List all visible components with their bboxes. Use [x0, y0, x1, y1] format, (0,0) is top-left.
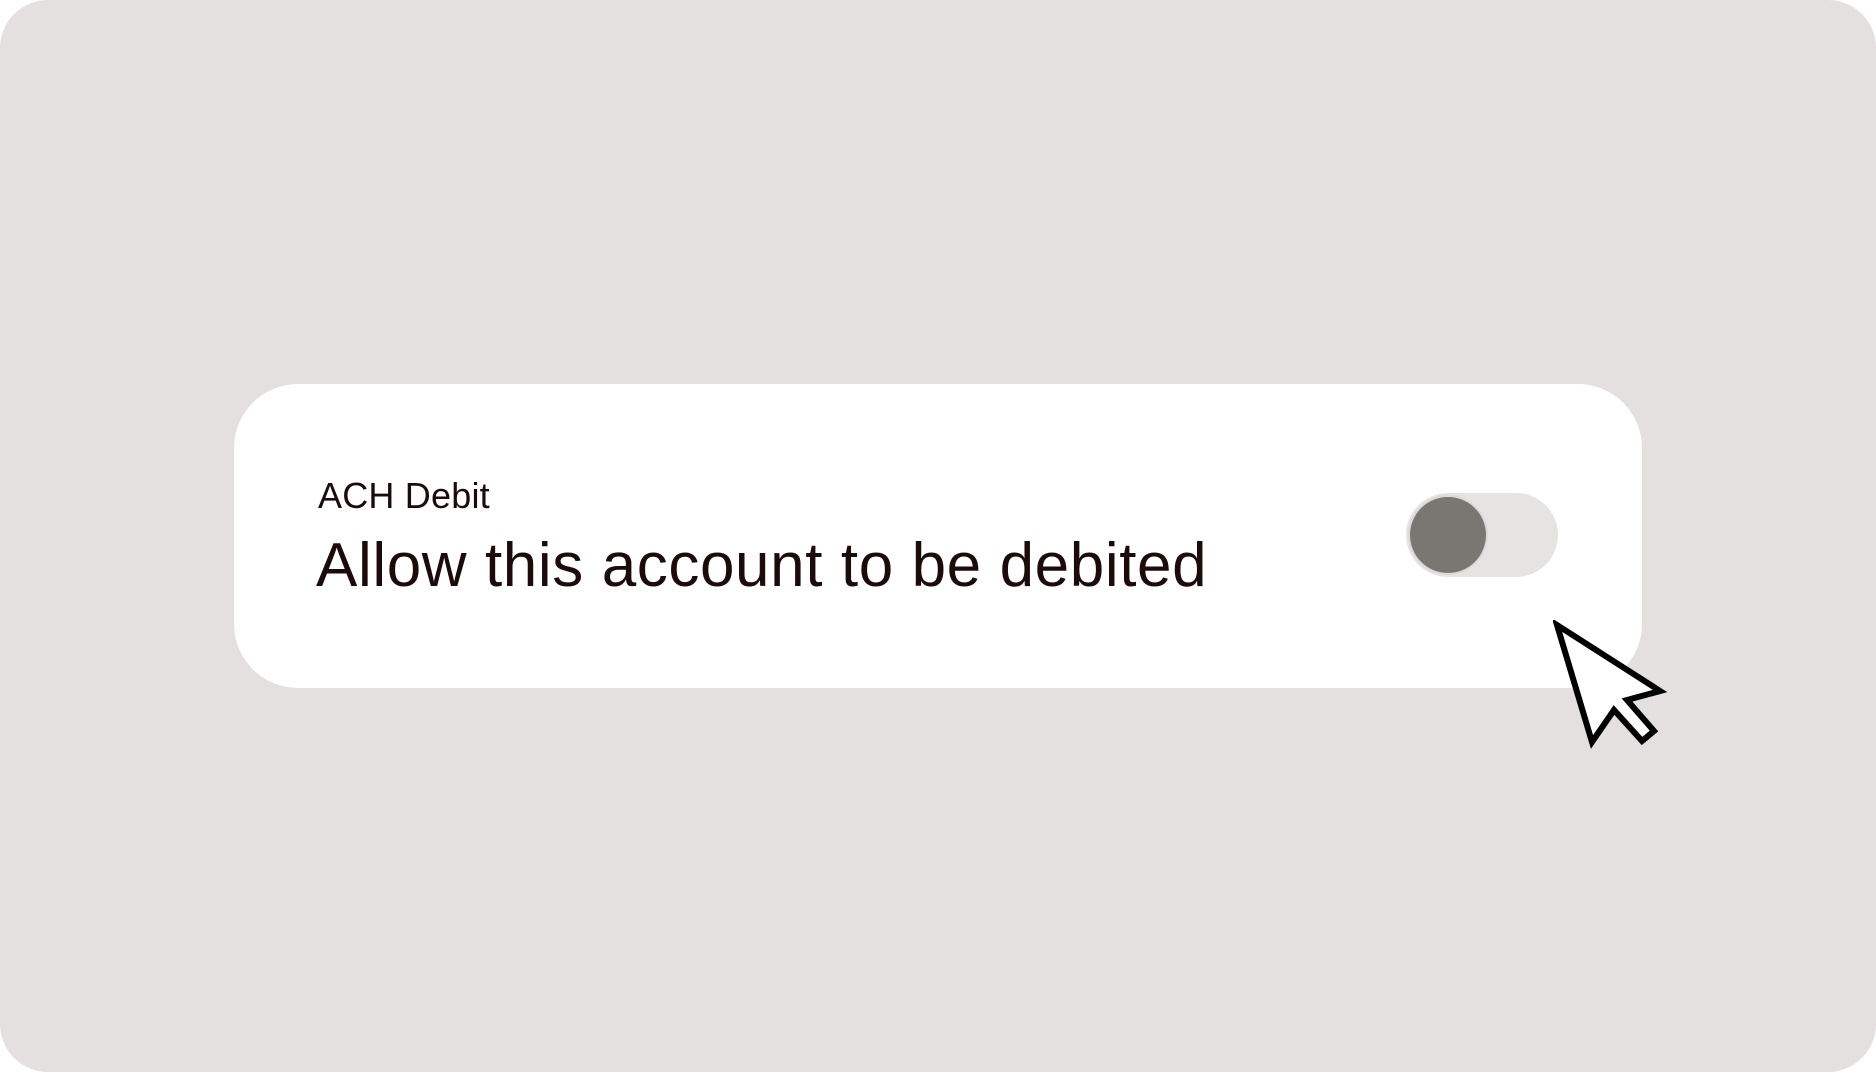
setting-title: Allow this account to be debited	[316, 531, 1208, 600]
allow-debit-toggle[interactable]	[1406, 493, 1558, 577]
background-canvas: ACH Debit Allow this account to be debit…	[0, 0, 1876, 1072]
setting-category-label: ACH Debit	[318, 475, 490, 516]
toggle-knob	[1410, 497, 1486, 573]
ach-debit-setting-card: ACH Debit Allow this account to be debit…	[234, 384, 1642, 688]
